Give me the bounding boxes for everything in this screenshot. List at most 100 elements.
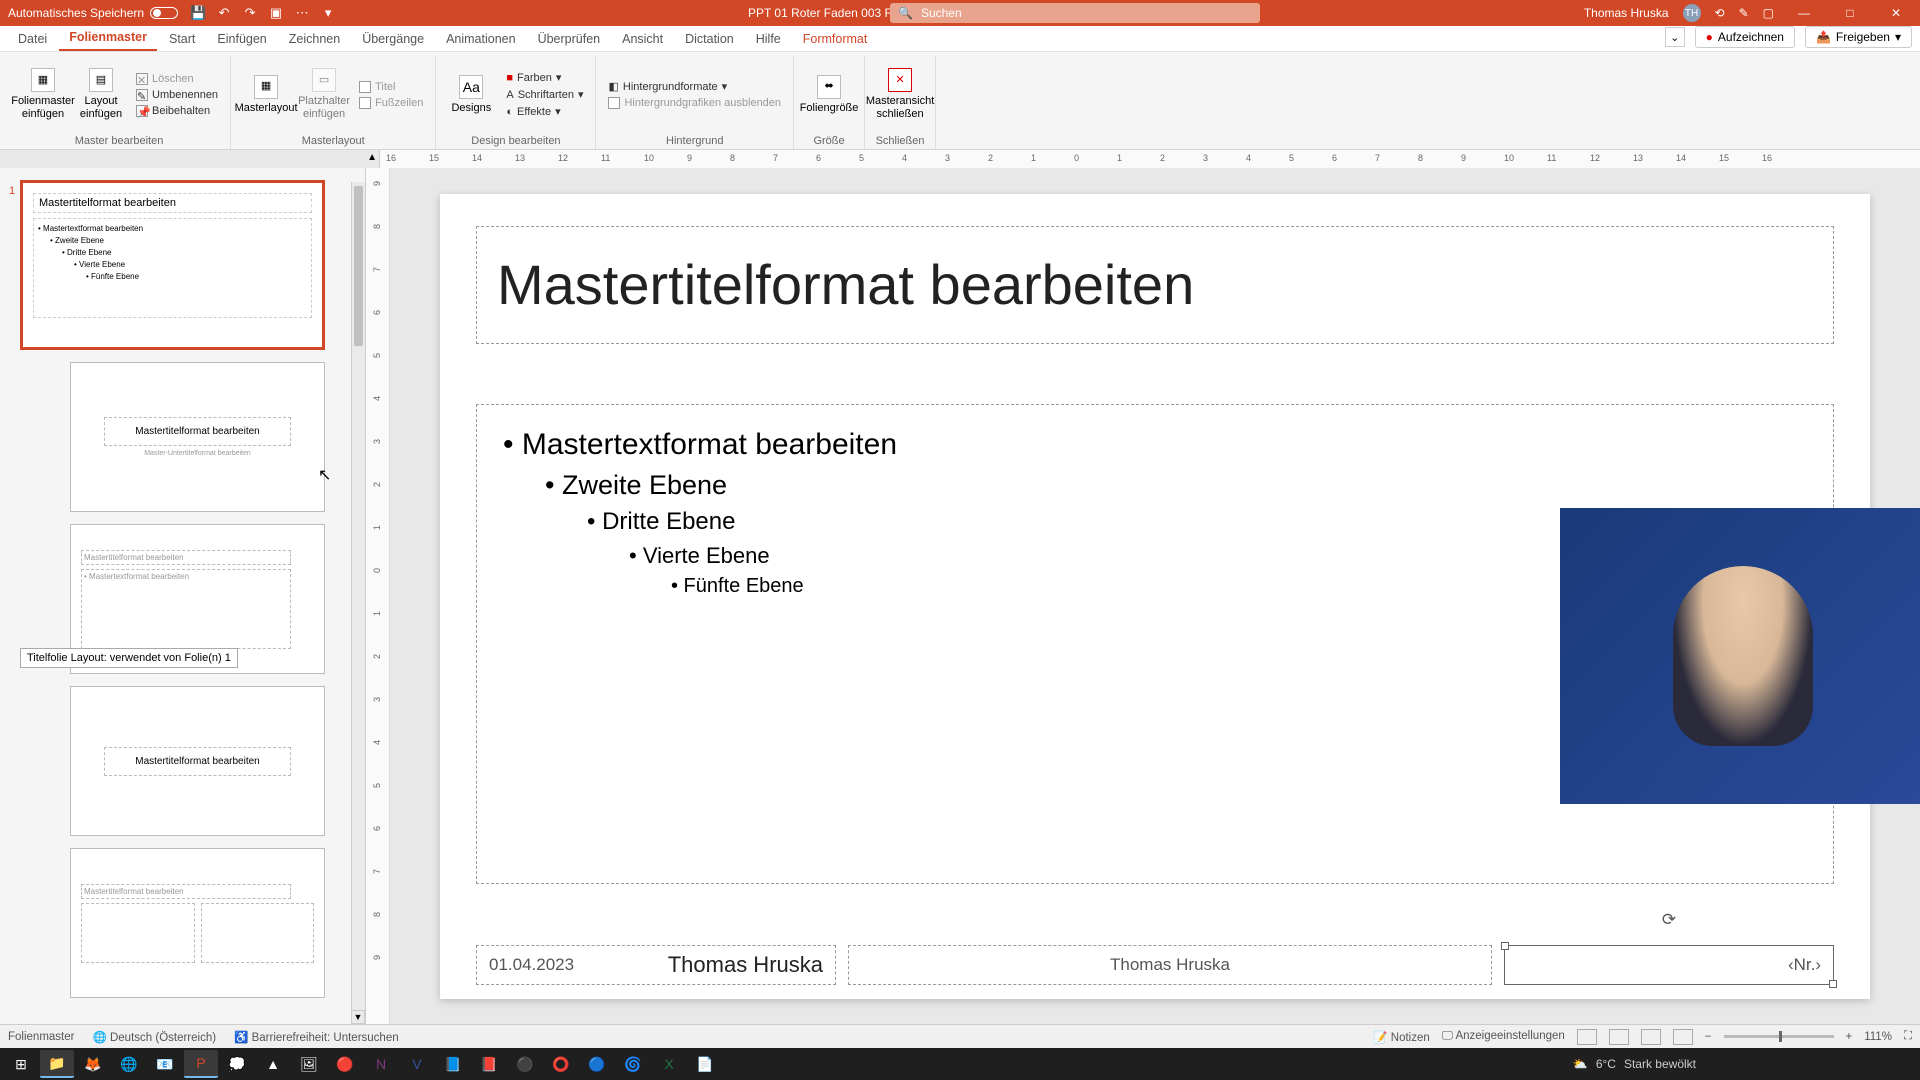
zoom-level[interactable]: 111% — [1864, 1031, 1892, 1043]
app-icon[interactable]: 💭 — [220, 1050, 254, 1078]
collapse-ribbon-button[interactable]: ⌄ — [1665, 27, 1685, 47]
sync-icon[interactable]: ⟲ — [1715, 6, 1725, 20]
fit-icon[interactable]: ⛶ — [1904, 1030, 1912, 1043]
avatar[interactable]: TH — [1683, 4, 1701, 22]
maximize-button[interactable]: □ — [1834, 0, 1866, 26]
window-icon[interactable]: ▢ — [1763, 6, 1774, 20]
reading-view-icon[interactable] — [1641, 1029, 1661, 1045]
slideshow-view-icon[interactable] — [1673, 1029, 1693, 1045]
visio-icon[interactable]: V — [400, 1050, 434, 1078]
search-input[interactable] — [921, 6, 1252, 20]
tab-formformat[interactable]: Formformat — [793, 27, 878, 51]
tab-einfuegen[interactable]: Einfügen — [207, 27, 276, 51]
date-placeholder[interactable]: 01.04.2023 Thomas Hruska — [476, 945, 836, 985]
minimize-button[interactable]: — — [1788, 0, 1820, 26]
placeholder-button: ▭Platzhalter einfügen — [297, 61, 351, 129]
vlc-icon[interactable]: ▲ — [256, 1050, 290, 1078]
notes-button[interactable]: 📝 Notizen — [1373, 1030, 1430, 1044]
zoom-in-icon[interactable]: + — [1846, 1031, 1853, 1043]
title-placeholder[interactable]: Mastertitelformat bearbeiten — [476, 226, 1834, 344]
group-label: Masterlayout — [239, 133, 427, 149]
preserve-button[interactable]: 📌Beibehalten — [132, 104, 222, 118]
scroll-up-icon[interactable]: ▲ — [367, 152, 377, 163]
close-master-button[interactable]: ✕Masteransicht schließen — [873, 61, 927, 129]
user-name[interactable]: Thomas Hruska — [1584, 6, 1669, 20]
app8-icon[interactable]: 📄 — [688, 1050, 722, 1078]
masterlayout-button[interactable]: ▦Masterlayout — [239, 61, 293, 129]
tab-start[interactable]: Start — [159, 27, 205, 51]
tab-uebergaenge[interactable]: Übergänge — [352, 27, 434, 51]
delete-button: ✕Löschen — [132, 72, 222, 86]
insert-layout-button[interactable]: ▤Layout einfügen — [74, 61, 128, 129]
search-box[interactable]: 🔍 — [890, 3, 1260, 23]
app2-icon[interactable]: 🖼 — [292, 1050, 326, 1078]
webcam-overlay[interactable] — [1560, 508, 1920, 804]
layout-thumbnail-1[interactable]: Mastertitelformat bearbeiten Master-Unte… — [70, 362, 325, 512]
tab-datei[interactable]: Datei — [8, 27, 57, 51]
chrome-icon[interactable]: 🌐 — [112, 1050, 146, 1078]
footers-checkbox: Fußzeilen — [355, 96, 427, 110]
tab-animationen[interactable]: Animationen — [436, 27, 526, 51]
effects-button[interactable]: ◐Effekte▾ — [502, 104, 587, 119]
eyedropper-icon[interactable]: ✎ — [1739, 6, 1749, 20]
tab-zeichnen[interactable]: Zeichnen — [279, 27, 350, 51]
thumbnails-panel[interactable]: Mastertitelformat bearbeiten • Mastertex… — [0, 168, 366, 1024]
slide-size-button[interactable]: ⬌Foliengröße — [802, 61, 856, 129]
explorer-icon[interactable]: 📁 — [40, 1050, 74, 1078]
colors-button[interactable]: ■Farben▾ — [502, 70, 587, 85]
status-mode[interactable]: Folienmaster — [8, 1031, 74, 1043]
firefox-icon[interactable]: 🦊 — [76, 1050, 110, 1078]
status-lang[interactable]: 🌐 Deutsch (Österreich) — [92, 1030, 216, 1044]
slide-number-placeholder[interactable]: ⟳ ‹Nr.› — [1504, 945, 1834, 985]
tab-ansicht[interactable]: Ansicht — [612, 27, 673, 51]
undo-icon[interactable]: ↶ — [216, 5, 232, 21]
tab-hilfe[interactable]: Hilfe — [746, 27, 791, 51]
app3-icon[interactable]: 🔴 — [328, 1050, 362, 1078]
outlook-icon[interactable]: 📧 — [148, 1050, 182, 1078]
insert-slidemaster-button[interactable]: ▦Folienmaster einfügen — [16, 61, 70, 129]
zoom-slider[interactable] — [1724, 1035, 1834, 1038]
weather-widget[interactable]: ⛅ 6°C Stark bewölkt — [1573, 1057, 1916, 1071]
sorter-view-icon[interactable] — [1609, 1029, 1629, 1045]
rotate-handle-icon[interactable]: ⟳ — [1662, 910, 1676, 930]
share-button[interactable]: 📤Freigeben▾ — [1805, 26, 1912, 48]
powerpoint-icon[interactable]: P — [184, 1050, 218, 1078]
tab-ueberpruefen[interactable]: Überprüfen — [528, 27, 611, 51]
app6-icon[interactable]: ⭕ — [544, 1050, 578, 1078]
master-thumbnail[interactable]: Mastertitelformat bearbeiten • Mastertex… — [20, 180, 325, 350]
app4-icon[interactable]: 📘 — [436, 1050, 470, 1078]
autosave-label: Automatisches Speichern — [8, 6, 144, 20]
tab-folienmaster[interactable]: Folienmaster — [59, 25, 157, 51]
save-icon[interactable]: 💾 — [190, 5, 206, 21]
normal-view-icon[interactable] — [1577, 1029, 1597, 1045]
display-settings[interactable]: 🖵 Anzeigeeinstellungen — [1442, 1030, 1565, 1043]
redo-icon[interactable]: ↷ — [242, 5, 258, 21]
tooltip: Titelfolie Layout: verwendet von Folie(n… — [20, 648, 238, 668]
designs-button[interactable]: AaDesigns — [444, 61, 498, 129]
app7-icon[interactable]: 🔵 — [580, 1050, 614, 1078]
layout-thumbnail-4[interactable]: Mastertitelformat bearbeiten — [70, 848, 325, 998]
obs-icon[interactable]: ⚫ — [508, 1050, 542, 1078]
app5-icon[interactable]: 📕 — [472, 1050, 506, 1078]
zoom-out-icon[interactable]: − — [1705, 1031, 1712, 1043]
onenote-icon[interactable]: N — [364, 1050, 398, 1078]
excel-icon[interactable]: X — [652, 1050, 686, 1078]
layout-thumbnail-3[interactable]: Mastertitelformat bearbeiten — [70, 686, 325, 836]
present-icon[interactable]: ▣ — [268, 5, 284, 21]
rename-button[interactable]: ✎Umbenennen — [132, 88, 222, 102]
more-icon[interactable]: ⋯ — [294, 5, 310, 21]
fonts-button[interactable]: ASchriftarten▾ — [502, 87, 587, 102]
edge-icon[interactable]: 🌀 — [616, 1050, 650, 1078]
scroll-down-icon[interactable]: ▼ — [351, 1010, 365, 1024]
record-button[interactable]: ●Aufzeichnen — [1695, 26, 1795, 48]
panel-scrollbar[interactable] — [351, 182, 365, 1010]
footer-placeholder[interactable]: Thomas Hruska — [848, 945, 1492, 985]
slide-canvas-area[interactable]: Mastertitelformat bearbeiten • Mastertex… — [390, 168, 1920, 1024]
tab-dictation[interactable]: Dictation — [675, 27, 744, 51]
status-accessibility[interactable]: ♿ Barrierefreiheit: Untersuchen — [234, 1030, 399, 1044]
start-icon[interactable]: ⊞ — [4, 1050, 38, 1078]
background-styles-button[interactable]: ◧Hintergrundformate▾ — [604, 79, 785, 94]
autosave-toggle[interactable] — [150, 7, 178, 19]
close-button[interactable]: ✕ — [1880, 0, 1912, 26]
customize-icon[interactable]: ▾ — [320, 5, 336, 21]
